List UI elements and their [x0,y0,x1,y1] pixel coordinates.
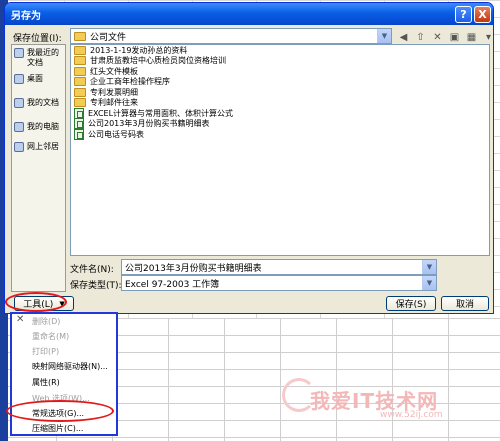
filetype-dropdown[interactable]: Excel 97-2003 工作簿 ▼ [121,275,437,291]
menu-item-print[interactable]: 打印(P) [32,346,59,357]
list-item[interactable]: 专利邮件往来 [71,98,489,109]
list-item[interactable]: 甘肃质监教培中心质检员岗位资格培训 [71,56,489,67]
list-item[interactable]: 红头文件模板 [71,66,489,77]
list-item[interactable]: 公司电话号码表 [71,128,489,140]
place-label: 网上邻居 [27,142,59,151]
chevron-down-icon[interactable]: ▼ [422,260,436,274]
list-item[interactable]: 专利发票明细 [71,87,489,98]
file-name: 甘肃质监教培中心质检员岗位资格培训 [90,56,226,66]
folder-icon [74,87,86,97]
menu-item-map-network-drive[interactable]: 映射网络驱动器(N)... [32,361,108,372]
excel-file-icon [74,128,84,140]
list-item[interactable]: 2013-1-19发动孙总的资料 [71,45,489,56]
help-button[interactable]: ? [455,6,472,23]
folder-icon [74,56,86,66]
my-computer-icon [14,122,24,132]
watermark-url: www.52ij.com [380,410,443,420]
cancel-button[interactable]: 取消 [441,296,489,311]
file-name: 红头文件模板 [90,66,138,76]
save-as-dialog: 另存为 ? X 保存位置(I): 公司文件 ▼ ◀ ⇧ ✕ ▣ ▦ ▾ 我最近的… [4,2,494,314]
save-in-label: 保存位置(I): [13,34,62,44]
excel-file-icon [74,107,84,119]
list-item[interactable]: 企业工商年检操作程序 [71,77,489,88]
place-label: 我的文档 [27,98,59,107]
menu-item-properties[interactable]: 属性(R) [32,377,60,388]
file-name: 2013-1-19发动孙总的资料 [90,45,188,55]
highlight-oval-tools [5,292,67,312]
dialog-toolbar: ◀ ⇧ ✕ ▣ ▦ ▾ [397,31,493,44]
file-name: 专利发票明细 [90,87,138,97]
save-in-dropdown[interactable]: 公司文件 ▼ [70,28,392,44]
new-folder-icon[interactable]: ▣ [448,31,461,44]
dialog-title: 另存为 [11,10,41,22]
file-name: 专利邮件往来 [90,98,138,108]
save-in-value: 公司文件 [90,32,127,43]
chevron-down-icon[interactable]: ▼ [422,276,436,290]
place-my-documents[interactable]: 我的文档 [12,95,65,111]
my-documents-icon [14,98,24,108]
list-item[interactable]: 公司2013年3月份购买书籍明细表 [71,118,489,130]
folder-icon [74,77,86,87]
folder-icon [74,45,86,55]
tools-icon[interactable]: ▾ [482,31,493,44]
filename-input[interactable]: 公司2013年3月份购买书籍明细表 ▼ [121,259,437,275]
file-name: 公司2013年3月份购买书籍明细表 [88,119,210,129]
delete-icon: ✕ [16,314,25,325]
place-label: 我最近的文档 [27,48,59,67]
file-name: 公司电话号码表 [88,129,144,139]
up-folder-icon[interactable]: ⇧ [414,31,427,44]
dialog-titlebar: 另存为 [5,3,493,25]
desktop-icon [14,74,24,84]
place-label: 桌面 [27,74,43,83]
place-my-computer[interactable]: 我的电脑 [12,119,65,135]
places-bar: 我最近的文档 桌面 我的文档 我的电脑 网上邻居 [11,44,66,292]
menu-item-delete[interactable]: 删除(D) [32,316,60,327]
place-recent-documents[interactable]: 我最近的文档 [12,45,65,71]
filename-value: 公司2013年3月份购买书籍明细表 [125,263,262,274]
excel-file-icon [74,118,84,130]
list-item[interactable]: EXCEL计算器与常用面积、体积计算公式 [71,107,489,119]
close-button[interactable]: X [474,6,491,23]
folder-icon [74,31,86,41]
filetype-label: 保存类型(T): [70,281,122,291]
file-name: EXCEL计算器与常用面积、体积计算公式 [88,108,234,118]
file-list[interactable]: 2013-1-19发动孙总的资料 甘肃质监教培中心质检员岗位资格培训 红头文件模… [70,44,490,256]
place-label: 我的电脑 [27,122,59,131]
delete-icon[interactable]: ✕ [431,31,444,44]
recent-documents-icon [14,48,24,58]
network-icon [14,142,24,152]
back-icon[interactable]: ◀ [397,31,410,44]
filetype-value: Excel 97-2003 工作簿 [125,279,220,290]
chevron-down-icon[interactable]: ▼ [377,29,391,43]
place-desktop[interactable]: 桌面 [12,71,65,87]
views-icon[interactable]: ▦ [465,31,478,44]
folder-icon [74,66,86,76]
highlight-oval-general-options [6,400,114,422]
place-network[interactable]: 网上邻居 [12,139,65,155]
file-name: 企业工商年检操作程序 [90,77,170,87]
filename-label: 文件名(N): [70,265,114,275]
menu-item-compress-pictures[interactable]: 压缩图片(C)... [32,423,83,434]
folder-icon [74,98,86,108]
save-button[interactable]: 保存(S) [386,296,436,311]
menu-item-rename[interactable]: 重命名(M) [32,331,69,342]
